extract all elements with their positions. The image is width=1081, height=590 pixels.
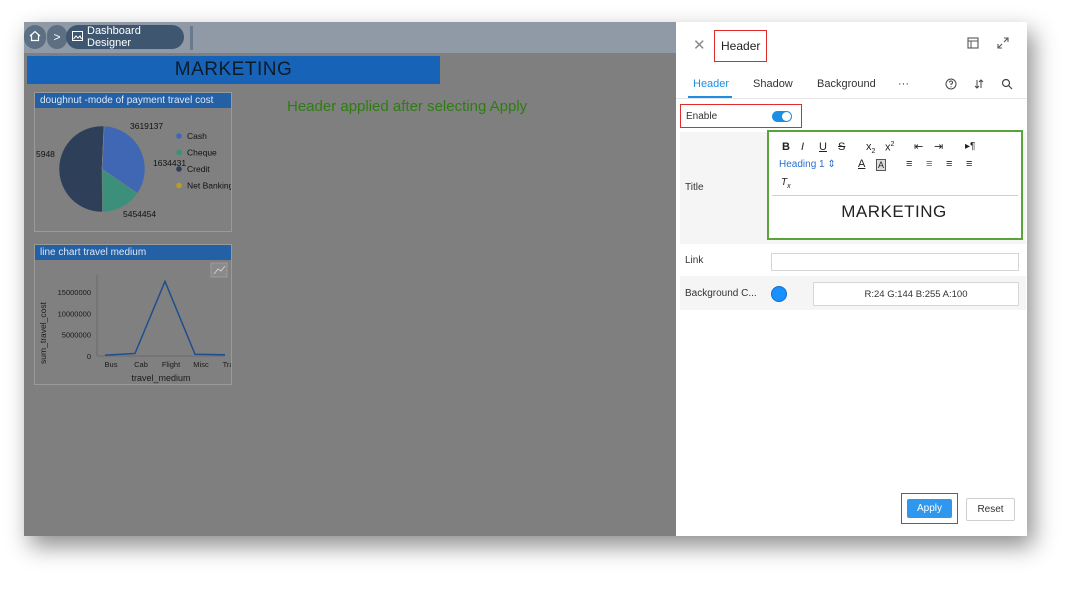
layout-icon[interactable]	[967, 37, 979, 52]
panel-header-actions	[967, 37, 1009, 52]
image-icon	[72, 30, 87, 44]
legend-swatch	[176, 133, 182, 139]
breadcrumb-label: Dashboard Designer	[87, 25, 141, 49]
home-button[interactable]	[24, 25, 46, 49]
chevron-right-icon: >	[53, 30, 61, 44]
x-tick-label: Bus	[105, 360, 118, 369]
y-tick-label: 5000000	[62, 331, 91, 340]
x-tick-label: Cab	[134, 360, 148, 369]
indent-icon[interactable]: ⇥	[934, 140, 943, 153]
pie-slice[interactable]	[58, 125, 105, 213]
enable-row: Enable	[680, 104, 1026, 128]
tab-header[interactable]: Header	[693, 78, 729, 90]
legend-swatch	[176, 182, 182, 189]
dashboard-canvas: > Dashboard Designer MARKETING Header ap…	[24, 22, 676, 536]
title-label: Title	[685, 182, 704, 193]
close-icon[interactable]: ✕	[693, 36, 706, 54]
y-tick-label: 15000000	[58, 288, 91, 297]
expand-icon[interactable]	[997, 37, 1009, 52]
app-window: > Dashboard Designer MARKETING Header ap…	[24, 22, 1027, 536]
text-direction-icon[interactable]: ▸¶	[965, 141, 975, 152]
strikethrough-button[interactable]: S	[838, 141, 845, 153]
legend-item[interactable]: Cash	[187, 131, 207, 141]
top-bar: > Dashboard Designer	[24, 22, 676, 53]
editor-content[interactable]: MARKETING	[769, 202, 1019, 222]
title-row: Title B I U S x2 x2 ⇤ ⇥ ▸¶ Heading 1 ⇕ A…	[680, 130, 1026, 244]
marketing-header-banner[interactable]: MARKETING	[27, 56, 440, 84]
panel-title: Header	[714, 30, 768, 62]
y-tick-label: 0	[87, 352, 91, 361]
superscript-button[interactable]: x2	[885, 141, 894, 154]
data-label: 1634431	[153, 158, 186, 168]
color-swatch[interactable]	[771, 286, 787, 302]
clear-format-icon[interactable]: Tx	[781, 177, 791, 190]
x-axis-label: travel_medium	[131, 373, 190, 383]
enable-label: Enable	[686, 111, 718, 122]
align-right-icon[interactable]: ≡	[946, 158, 952, 170]
link-label: Link	[685, 255, 704, 266]
background-color-label: Background C...	[685, 288, 757, 299]
legend-swatch	[176, 149, 182, 156]
tab-more[interactable]: ···	[898, 78, 909, 90]
italic-button[interactable]: I	[801, 141, 804, 153]
line-chart: sum_travel_cost travel_medium 15000000 10…	[38, 262, 231, 383]
active-tab-indicator	[688, 96, 732, 98]
subscript-button[interactable]: x2	[866, 141, 875, 155]
background-color-row: Background C... R:24 G:144 B:255 A:100	[680, 276, 1026, 310]
instruction-note: Header applied after selecting Apply	[287, 98, 528, 115]
align-center-icon[interactable]: ≡	[926, 158, 932, 170]
heading-select[interactable]: Heading 1 ⇕	[779, 159, 836, 170]
bold-button[interactable]: B	[782, 141, 790, 153]
link-row: Link	[680, 248, 1026, 272]
search-icon[interactable]	[1001, 78, 1013, 93]
doughnut-chart: 3619137 1634431 5454454 5948 Cash Cheque C…	[36, 121, 231, 219]
toolbar-divider	[190, 26, 193, 50]
tab-tools	[945, 78, 1013, 93]
highlight-color-button[interactable]: A	[876, 159, 887, 171]
doughnut-widget[interactable]: doughnut -mode of payment travel cost 36…	[34, 92, 232, 232]
tab-shadow[interactable]: Shadow	[753, 78, 793, 90]
apply-button[interactable]: Apply	[907, 499, 952, 518]
link-input[interactable]	[771, 253, 1019, 271]
y-axis-label: sum_travel_cost	[38, 301, 48, 364]
font-color-button[interactable]: A	[858, 158, 865, 170]
tab-background[interactable]: Background	[817, 78, 876, 90]
outdent-icon[interactable]: ⇤	[914, 140, 923, 153]
widget-title: doughnut -mode of payment travel cost	[35, 93, 231, 108]
enable-highlight: Enable	[680, 104, 802, 128]
data-label: 5948	[36, 149, 55, 159]
line-chart-widget[interactable]: line chart travel medium sum_travel_cost…	[34, 244, 232, 385]
breadcrumb-dashboard-designer[interactable]: Dashboard Designer	[66, 25, 184, 49]
enable-toggle[interactable]	[772, 111, 792, 122]
data-label: 3619137	[130, 121, 163, 131]
x-tick-label: Misc	[193, 360, 209, 369]
legend-item[interactable]: Credit	[187, 164, 210, 174]
align-justify-icon[interactable]: ≡	[966, 158, 972, 170]
legend-item[interactable]: Net Banking	[187, 181, 231, 191]
x-tick-label: Flight	[162, 360, 181, 369]
title-rich-text-editor[interactable]: B I U S x2 x2 ⇤ ⇥ ▸¶ Heading 1 ⇕ A A ≡ ≡…	[767, 130, 1023, 240]
home-icon	[29, 30, 41, 45]
data-label: 5454454	[123, 209, 156, 219]
panel-header: ✕ Header	[676, 22, 1027, 70]
x-tick-label: Train	[223, 360, 231, 369]
heading-select-value: Heading 1	[779, 159, 825, 170]
series-line	[104, 279, 226, 356]
legend-swatch	[176, 166, 182, 172]
sort-icon[interactable]	[973, 78, 985, 93]
widget-title: line chart travel medium	[35, 245, 231, 260]
properties-panel: ✕ Header Header Shadow Background ··· En…	[676, 22, 1027, 536]
underline-button[interactable]: U	[819, 141, 827, 153]
y-tick-label: 10000000	[58, 309, 91, 318]
legend-item[interactable]: Cheque	[187, 148, 217, 158]
editor-toolbar: B I U S x2 x2 ⇤ ⇥ ▸¶ Heading 1 ⇕ A A ≡ ≡…	[772, 135, 1018, 196]
panel-tabs: Header Shadow Background ···	[676, 70, 1027, 99]
reset-button[interactable]: Reset	[966, 498, 1015, 521]
help-icon[interactable]	[945, 78, 957, 93]
background-color-input[interactable]: R:24 G:144 B:255 A:100	[813, 282, 1019, 306]
align-left-icon[interactable]: ≡	[906, 158, 912, 170]
apply-highlight: Apply	[901, 493, 958, 524]
breadcrumb-separator: >	[47, 25, 67, 49]
